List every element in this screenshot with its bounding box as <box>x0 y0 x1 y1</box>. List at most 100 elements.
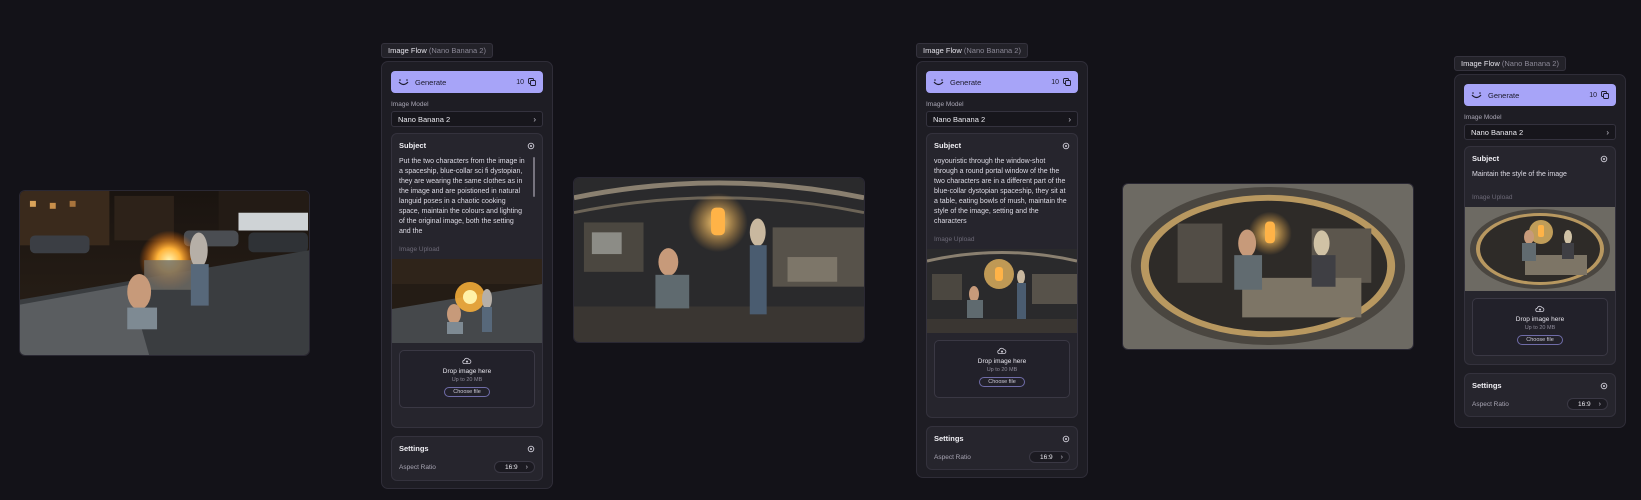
credits-icon <box>1063 78 1071 86</box>
drop-title: Drop image here <box>1515 316 1565 323</box>
image-flow-panel[interactable]: Generate 10 Image Model Nano Banana 2 › … <box>1454 74 1626 428</box>
credits-icon <box>528 78 536 86</box>
flow-tag[interactable]: Image Flow (Nano Banana 2) <box>916 43 1028 58</box>
drop-subtitle: Up to 20 MB <box>986 367 1018 373</box>
aspect-ratio-label: Aspect Ratio <box>1472 400 1509 408</box>
spaceship-interior-image <box>574 178 864 342</box>
image-flow-panel[interactable]: Generate 10 Image Model Nano Banana 2 › … <box>381 61 553 489</box>
flow-tag[interactable]: Image Flow (Nano Banana 2) <box>381 43 493 58</box>
image-dropzone[interactable]: Drop image here Up to 20 MB Choose file <box>399 350 535 408</box>
image-node-spaceship-interior[interactable] <box>573 177 865 343</box>
subject-scrollbar[interactable] <box>533 157 535 197</box>
sparkle-icon <box>398 79 409 86</box>
aspect-ratio-value: 16:9 <box>1578 400 1591 408</box>
aspect-ratio-value: 16:9 <box>1040 453 1053 461</box>
gear-icon[interactable] <box>1062 435 1070 443</box>
chevron-right-icon: › <box>1060 453 1063 461</box>
image-model-label: Image Model <box>391 101 429 108</box>
aspect-ratio-label: Aspect Ratio <box>934 453 971 461</box>
image-model-value: Nano Banana 2 <box>1471 127 1524 137</box>
image-upload-label: Image Upload <box>399 246 440 253</box>
aspect-ratio-select[interactable]: 16:9 › <box>1567 398 1608 410</box>
aspect-ratio-label: Aspect Ratio <box>399 463 436 471</box>
aspect-ratio-select[interactable]: 16:9 › <box>494 461 535 473</box>
settings-title: Settings <box>1472 381 1502 390</box>
image-model-value: Nano Banana 2 <box>933 114 986 124</box>
image-dropzone[interactable]: Drop image here Up to 20 MB Choose file <box>1472 298 1608 356</box>
street-photo-image <box>20 191 309 355</box>
subject-card: Subject Put the two characters from the … <box>391 133 543 428</box>
image-model-select[interactable]: Nano Banana 2 › <box>391 111 543 127</box>
subject-textarea[interactable]: voyouristic through the window-shot thro… <box>934 157 1070 227</box>
flow-tag-title: Image Flow <box>923 46 962 55</box>
sparkle-icon <box>1471 92 1482 99</box>
subject-text: Maintain the style of the image <box>1472 171 1567 178</box>
chevron-right-icon: › <box>1068 114 1071 124</box>
aspect-ratio-select[interactable]: 16:9 › <box>1029 451 1070 463</box>
settings-card: Settings Aspect Ratio 16:9 › <box>1464 373 1616 417</box>
generate-label: Generate <box>1488 90 1520 100</box>
flow-tag[interactable]: Image Flow (Nano Banana 2) <box>1454 56 1566 71</box>
gear-icon[interactable] <box>527 445 535 453</box>
credits-count: 10 <box>1589 91 1597 99</box>
image-node-portal-window[interactable] <box>1122 183 1414 350</box>
generate-button[interactable]: Generate 10 <box>1464 84 1616 106</box>
cloud-upload-icon <box>997 347 1007 354</box>
choose-file-button[interactable]: Choose file <box>979 377 1025 387</box>
drop-title: Drop image here <box>442 368 492 375</box>
credits-count: 10 <box>516 78 524 86</box>
subject-card: Subject Maintain the style of the image … <box>1464 146 1616 365</box>
drop-subtitle: Up to 20 MB <box>451 377 483 383</box>
image-upload-label: Image Upload <box>1472 194 1513 201</box>
subject-textarea[interactable]: Maintain the style of the image <box>1472 170 1608 182</box>
subject-text: Put the two characters from the image in… <box>399 158 525 235</box>
image-model-value: Nano Banana 2 <box>398 114 451 124</box>
generate-label: Generate <box>415 77 447 87</box>
settings-title: Settings <box>934 434 964 443</box>
sparkle-icon <box>933 79 944 86</box>
gear-icon[interactable] <box>1600 155 1608 163</box>
subject-title: Subject <box>934 141 962 150</box>
choose-file-button[interactable]: Choose file <box>444 387 490 397</box>
flow-tag-model: (Nano Banana 2) <box>428 46 486 55</box>
upload-thumbnail <box>392 259 542 343</box>
upload-thumbnail <box>1465 207 1615 291</box>
chevron-right-icon: › <box>1598 400 1601 408</box>
subject-title: Subject <box>1472 154 1500 163</box>
subject-text: voyouristic through the window-shot thro… <box>934 158 1067 225</box>
gear-icon[interactable] <box>1062 142 1070 150</box>
image-model-select[interactable]: Nano Banana 2 › <box>926 111 1078 127</box>
cloud-upload-icon <box>1535 305 1545 312</box>
flow-tag-model: (Nano Banana 2) <box>1501 59 1559 68</box>
image-model-select[interactable]: Nano Banana 2 › <box>1464 124 1616 140</box>
generate-label: Generate <box>950 77 982 87</box>
settings-title: Settings <box>399 444 429 453</box>
subject-textarea[interactable]: Put the two characters from the image in… <box>399 157 535 237</box>
chevron-right-icon: › <box>533 114 536 124</box>
uploaded-image <box>927 249 1077 333</box>
image-flow-panel[interactable]: Generate 10 Image Model Nano Banana 2 › … <box>916 61 1088 478</box>
subject-title: Subject <box>399 141 427 150</box>
image-upload-label: Image Upload <box>934 236 975 243</box>
chevron-right-icon: › <box>525 463 528 471</box>
flow-tag-title: Image Flow <box>388 46 427 55</box>
upload-thumbnail <box>927 249 1077 333</box>
portal-window-image <box>1123 184 1413 349</box>
cloud-upload-icon <box>462 357 472 364</box>
image-dropzone[interactable]: Drop image here Up to 20 MB Choose file <box>934 340 1070 398</box>
subject-card: Subject voyouristic through the window-s… <box>926 133 1078 418</box>
image-model-label: Image Model <box>1464 114 1502 121</box>
credits-icon <box>1601 91 1609 99</box>
drop-title: Drop image here <box>977 358 1027 365</box>
chevron-right-icon: › <box>1606 127 1609 137</box>
gear-icon[interactable] <box>527 142 535 150</box>
credits-count: 10 <box>1051 78 1059 86</box>
generate-button[interactable]: Generate 10 <box>926 71 1078 93</box>
settings-card: Settings Aspect Ratio 16:9 › <box>391 436 543 481</box>
flow-tag-title: Image Flow <box>1461 59 1500 68</box>
choose-file-button[interactable]: Choose file <box>1517 335 1563 345</box>
gear-icon[interactable] <box>1600 382 1608 390</box>
image-node-street-photo[interactable] <box>19 190 310 356</box>
flow-canvas[interactable]: Image Flow (Nano Banana 2) Generate 10 I… <box>0 0 1641 500</box>
generate-button[interactable]: Generate 10 <box>391 71 543 93</box>
